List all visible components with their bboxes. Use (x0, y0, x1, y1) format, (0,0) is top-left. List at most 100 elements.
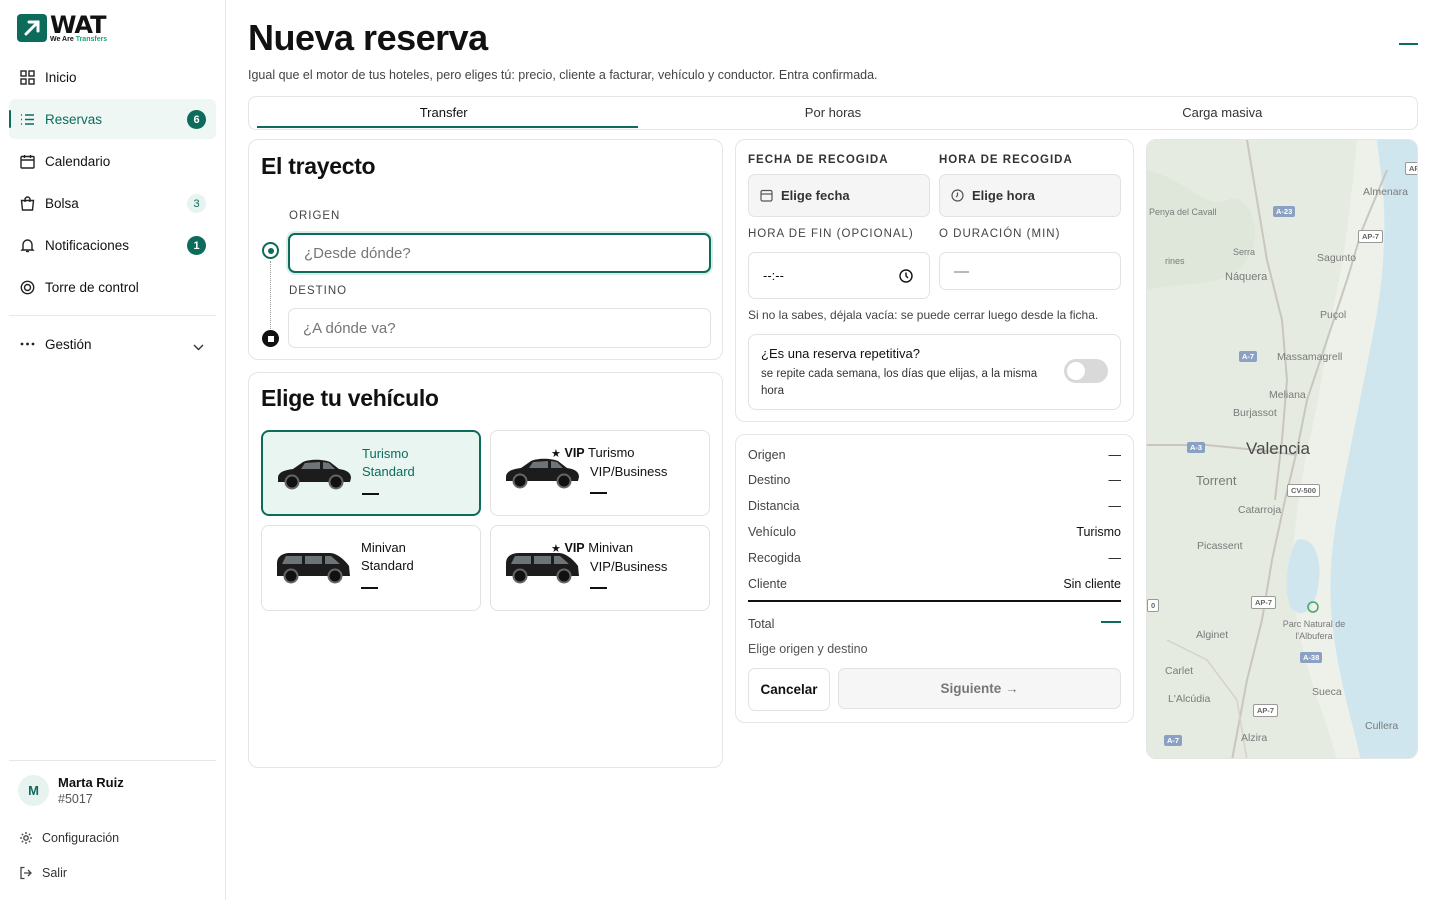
map-place-label: Puçol (1320, 309, 1347, 321)
vehicle-option-minivan-standard[interactable]: Minivan Standard (261, 525, 481, 611)
vehicle-price-placeholder (590, 587, 607, 589)
route-map[interactable]: Almenara Penya del Cavall Sagunto Serra Náqu… (1146, 139, 1418, 759)
map-place-label: L'Alcúdia (1168, 693, 1211, 705)
vehicle-option-turismo-vip[interactable]: ★ VIP Turismo VIP/Business (490, 430, 710, 516)
vehicle-name: ★ VIP Turismo VIP/Business (551, 445, 668, 479)
avatar[interactable]: M (18, 775, 49, 806)
logout-icon (20, 866, 32, 880)
end-time-value: --:-- (763, 268, 784, 283)
end-time-label: HORA DE FIN (OPCIONAL) (748, 228, 914, 240)
map-place-label: Alginet (1196, 629, 1229, 641)
vehicle-price-placeholder (361, 587, 378, 589)
cancel-button[interactable]: Cancelar (748, 668, 830, 711)
vehicle-price-placeholder (590, 492, 607, 494)
destination-input[interactable] (288, 308, 711, 348)
repeat-title: ¿Es una reserva repetitiva? (761, 346, 920, 361)
origin-input[interactable] (288, 233, 711, 273)
vehicle-card: Elige tu vehículo Turismo Standard ★ VIP … (248, 372, 723, 768)
sidebar-item-label: Reservas (45, 111, 103, 127)
map-road-shield: A-7 (1164, 735, 1183, 746)
vehicle-name: Turismo Standard (362, 446, 415, 479)
minimize-icon[interactable] (1399, 43, 1418, 45)
target-icon (19, 279, 35, 295)
map-place-label: Náquera (1225, 271, 1268, 283)
map-place-label: rines (1165, 256, 1185, 266)
clock-icon (899, 268, 913, 283)
pickup-time-field[interactable]: Elige hora (939, 174, 1121, 217)
origin-label: ORIGEN (289, 210, 341, 222)
vehicle-option-turismo-standard[interactable]: Turismo Standard (261, 430, 481, 516)
end-time-field[interactable]: --:-- (748, 252, 930, 299)
sidebar-item-label: Gestión (45, 336, 92, 352)
summary-row-origen: Origen — (748, 448, 1121, 462)
vehicle-name: ★ VIP Minivan VIP/Business (551, 540, 668, 574)
sidebar-item-label: Bolsa (45, 195, 79, 211)
map-place-label: Valencia (1246, 439, 1310, 458)
summary-card: Origen — Destino — Distancia — Vehículo Turi… (735, 434, 1134, 723)
destination-marker-icon (262, 330, 279, 347)
destination-label: DESTINO (289, 285, 348, 297)
map-place-label: Serra (1233, 247, 1256, 257)
sidebar-item-torre-de-control[interactable]: Torre de control (9, 267, 216, 307)
next-button[interactable]: Siguiente → (838, 668, 1121, 709)
sidebar-item-notificaciones[interactable]: Notificaciones 1 (9, 225, 216, 265)
route-title: El trayecto (261, 153, 376, 179)
map-place-label: Parc Natural de l'Albufera (1282, 619, 1346, 641)
vehicle-option-minivan-vip[interactable]: ★ VIP Minivan VIP/Business (490, 525, 710, 611)
sidebar-item-inicio[interactable]: Inicio (9, 57, 216, 97)
map-place-label: Penya del Cavall (1149, 207, 1217, 217)
sidebar-item-label: Calendario (45, 153, 111, 169)
chevron-down-icon (193, 339, 204, 354)
sidebar-item-label: Inicio (45, 69, 77, 85)
pickup-date-value: Elige fecha (781, 188, 850, 203)
sidebar-item-bolsa[interactable]: Bolsa 3 (9, 183, 216, 223)
sidebar-group-gestion[interactable]: Gestión (9, 324, 216, 364)
repeat-toggle[interactable] (1064, 359, 1108, 383)
sidebar-item-calendario[interactable]: Calendario (9, 141, 216, 181)
page-title: Nueva reserva (248, 17, 488, 58)
map-place-label: Sueca (1312, 686, 1342, 698)
star-icon: ★ (551, 448, 561, 460)
summary-row-recogida: Recogida — (748, 551, 1121, 565)
sidebar-item-label: Torre de control (45, 279, 139, 295)
pickup-date-label: FECHA DE RECOGIDA (748, 154, 889, 166)
settings-link[interactable]: Configuración (19, 831, 119, 845)
grid-icon (19, 69, 35, 85)
map-place-label: Burjassot (1233, 407, 1277, 419)
sidebar-item-label: Notificaciones (45, 237, 130, 253)
map-place-label: Cullera (1365, 720, 1399, 732)
tab-carga-masiva[interactable]: Carga masiva (1028, 97, 1417, 129)
schedule-card: FECHA DE RECOGIDA HORA DE RECOGIDA Elige… (735, 139, 1134, 422)
clock-icon (951, 189, 964, 202)
duration-input[interactable] (939, 252, 1121, 290)
summary-row-distancia: Distancia — (748, 499, 1121, 513)
user-panel: M Marta Ruiz #5017 Configuración Salir (9, 760, 216, 880)
pickup-date-field[interactable]: Elige fecha (748, 174, 930, 217)
map-place-label: Torrent (1196, 473, 1237, 488)
map-road-shield: A-3 (1187, 442, 1206, 453)
map-road-shield: 0 (1147, 599, 1160, 612)
reservas-count-badge: 6 (187, 110, 206, 129)
sidebar-item-reservas[interactable]: Reservas 6 (9, 99, 216, 139)
origin-marker-icon (262, 242, 279, 259)
pickup-time-value: Elige hora (972, 188, 1035, 203)
brand-logo[interactable]: WAT We Are Transfers (17, 13, 107, 43)
map-road-shield: AP-7 (1253, 704, 1279, 717)
bell-icon (19, 237, 35, 253)
duration-label: O DURACIÓN (MIN) (939, 228, 1061, 240)
logout-link[interactable]: Salir (19, 866, 67, 880)
tab-por-horas[interactable]: Por horas (638, 97, 1027, 129)
map-place-label: Massamagrell (1277, 351, 1343, 363)
star-icon: ★ (551, 543, 561, 555)
arrow-logo-icon (17, 14, 47, 42)
list-icon (19, 111, 35, 127)
calendar-icon (760, 189, 773, 202)
map-place-label: Picassent (1197, 540, 1243, 552)
pickup-time-label: HORA DE RECOGIDA (939, 154, 1073, 166)
summary-row-destino: Destino — (748, 473, 1121, 487)
map-road-shield: AP-7 (1251, 596, 1277, 609)
tab-transfer[interactable]: Transfer (249, 97, 639, 129)
map-place-label: Catarroja (1238, 504, 1282, 516)
map-place-label: Almenara (1363, 186, 1408, 198)
total-value-placeholder (1101, 621, 1121, 623)
